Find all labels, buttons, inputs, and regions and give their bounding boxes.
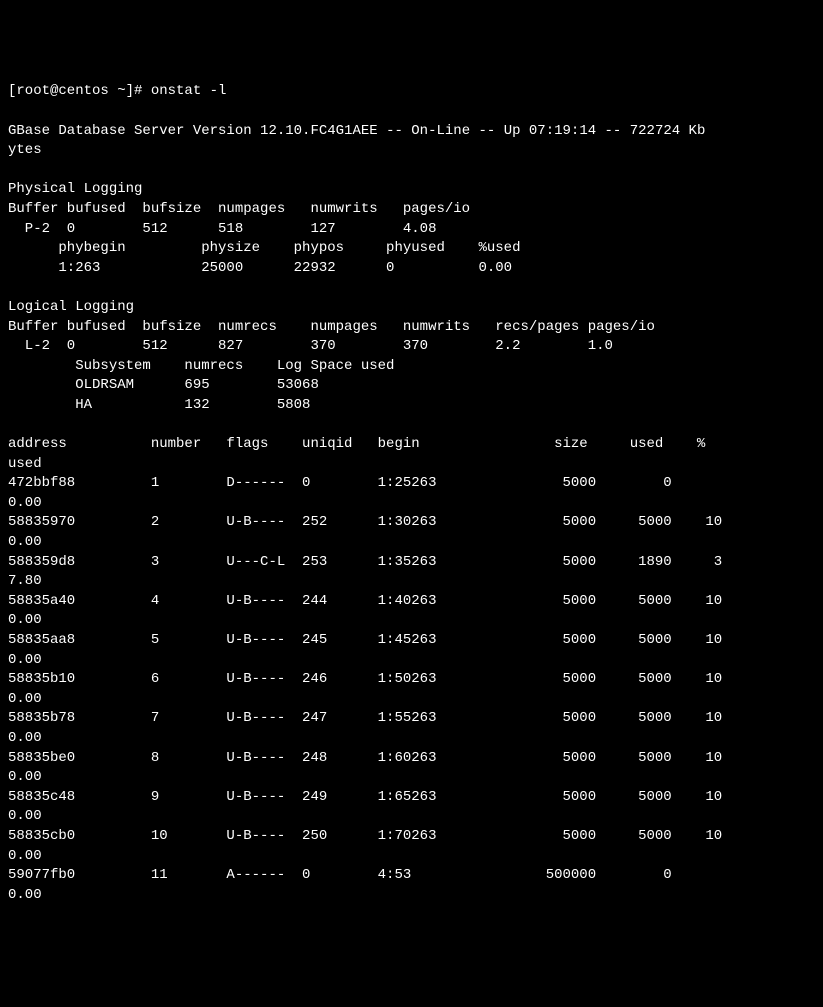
- logical-sub-row2: HA 132 5808: [8, 397, 310, 413]
- log-table-header-wrap: used: [8, 456, 42, 472]
- physical-data-1: P-2 0 512 518 127 4.08: [8, 221, 436, 237]
- physical-header-1: Buffer bufused bufsize numpages numwrits…: [8, 201, 470, 217]
- shell-prompt: [root@centos ~]#: [8, 83, 151, 99]
- logical-logging-title: Logical Logging: [8, 299, 134, 315]
- server-header-wrap: ytes: [8, 142, 42, 158]
- logical-header: Buffer bufused bufsize numrecs numpages …: [8, 319, 655, 335]
- physical-data-2: 1:263 25000 22932 0 0.00: [8, 260, 512, 276]
- log-table-header: address number flags uniqid begin size u…: [8, 436, 705, 452]
- log-table-body: 472bbf88 1 D------ 0 1:25263 5000 0 0.00…: [8, 475, 722, 902]
- terminal-output: [root@centos ~]# onstat -l GBase Databas…: [8, 82, 815, 905]
- physical-header-2: phybegin physize phypos phyused %used: [8, 240, 520, 256]
- physical-logging-title: Physical Logging: [8, 181, 142, 197]
- logical-sub-header: Subsystem numrecs Log Space used: [8, 358, 394, 374]
- server-header: GBase Database Server Version 12.10.FC4G…: [8, 123, 705, 139]
- logical-data: L-2 0 512 827 370 370 2.2 1.0: [8, 338, 613, 354]
- logical-sub-row1: OLDRSAM 695 53068: [8, 377, 319, 393]
- command-text[interactable]: onstat -l: [151, 83, 227, 99]
